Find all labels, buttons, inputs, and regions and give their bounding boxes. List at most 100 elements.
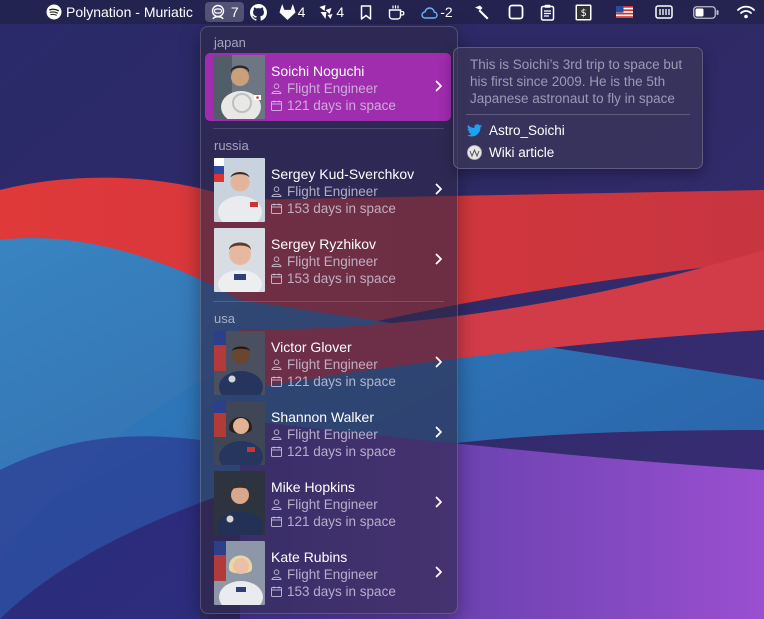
merge-request-count: 4 <box>336 4 345 20</box>
chevron-right-icon <box>435 253 442 265</box>
astronaut-days-text: 153 days in space <box>287 584 396 599</box>
calendar-icon <box>271 516 282 527</box>
astronaut-role: Flight Engineer <box>271 81 378 96</box>
twitter-icon <box>467 124 482 137</box>
astronaut-days: 121 days in space <box>271 98 396 113</box>
person-icon <box>271 499 282 510</box>
weather-icon <box>421 6 438 19</box>
battery-status-item[interactable] <box>679 0 725 24</box>
window-status-item[interactable] <box>496 0 530 24</box>
section-label-russia: russia <box>214 138 249 153</box>
spotify-status-item[interactable]: Polynation - Muriatic <box>0 0 199 24</box>
chevron-right-icon <box>435 356 442 368</box>
calendar-icon <box>271 376 282 387</box>
astronaut-name: Victor Glover <box>271 339 352 355</box>
section-divider <box>213 301 444 302</box>
wikipedia-icon <box>467 145 482 160</box>
astronaut-days-text: 153 days in space <box>287 271 396 286</box>
astronaut-row-sergey-kud-sverchkov[interactable]: Sergey Kud-Sverchkov Flight Engineer 153… <box>205 156 451 224</box>
astronaut-role-text: Flight Engineer <box>287 254 378 269</box>
popover-divider <box>466 114 690 115</box>
chevron-right-icon <box>435 80 442 92</box>
astronaut-days: 121 days in space <box>271 444 396 459</box>
person-icon <box>271 256 282 267</box>
calendar-icon <box>271 273 282 284</box>
astronaut-name: Sergey Ryzhikov <box>271 236 377 252</box>
gitlab-icon <box>279 4 296 20</box>
section-label-japan: japan <box>214 35 246 50</box>
astronaut-days-text: 153 days in space <box>287 201 396 216</box>
astronaut-days: 153 days in space <box>271 201 396 216</box>
github-status-item[interactable] <box>244 0 273 24</box>
astronaut-photo <box>214 471 265 535</box>
astronaut-row-kate-rubins[interactable]: Kate Rubins Flight Engineer 153 days in … <box>205 539 451 607</box>
astronaut-role: Flight Engineer <box>271 567 378 582</box>
astronaut-menu: japan Soichi Noguchi Flight Engineer 121… <box>200 26 458 614</box>
twitter-link[interactable]: Astro_Soichi <box>467 123 565 138</box>
terminal-status-item[interactable]: $ <box>561 0 598 24</box>
wifi-status-item[interactable] <box>725 0 761 24</box>
chevron-right-icon <box>435 183 442 195</box>
astronaut-bio-text: This is Soichi’s 3rd trip to space but h… <box>470 57 683 106</box>
clipboard-status-item[interactable] <box>530 0 561 24</box>
astronaut-count: 7 <box>230 4 239 20</box>
astronaut-row-sergey-ryzhikov[interactable]: Sergey Ryzhikov Flight Engineer 153 days… <box>205 226 451 294</box>
weather-temp: -2 <box>440 4 453 20</box>
wiki-link[interactable]: Wiki article <box>467 145 554 160</box>
astronaut-photo <box>214 401 265 465</box>
astronaut-days: 153 days in space <box>271 271 396 286</box>
astronaut-name: Mike Hopkins <box>271 479 356 495</box>
astronaut-row-soichi-noguchi[interactable]: Soichi Noguchi Flight Engineer 121 days … <box>205 53 451 121</box>
astronaut-role-text: Flight Engineer <box>287 427 378 442</box>
person-icon <box>271 569 282 580</box>
input-source-status-item[interactable] <box>598 0 639 24</box>
calendar-icon <box>271 586 282 597</box>
astronaut-photo <box>214 541 265 605</box>
bookmark-status-item[interactable] <box>350 0 378 24</box>
spotify-icon <box>46 4 62 20</box>
astronaut-role-text: Flight Engineer <box>287 567 378 582</box>
astronaut-icon <box>211 4 225 20</box>
astronaut-days: 121 days in space <box>271 514 396 529</box>
astronaut-role-text: Flight Engineer <box>287 81 378 96</box>
us-flag-icon <box>615 6 633 18</box>
person-icon <box>271 186 282 197</box>
astronaut-role: Flight Engineer <box>271 497 378 512</box>
astronaut-row-mike-hopkins[interactable]: Mike Hopkins Flight Engineer 121 days in… <box>205 469 451 537</box>
github-icon <box>249 3 267 21</box>
hammer-status-item[interactable] <box>459 0 496 24</box>
spotify-track-text: Polynation - Muriatic <box>66 4 193 20</box>
astronaut-row-victor-glover[interactable]: Victor Glover Flight Engineer 121 days i… <box>205 329 451 397</box>
keyboard-icon <box>654 5 673 19</box>
wifi-icon <box>736 5 755 19</box>
astronaut-days-text: 121 days in space <box>287 98 396 113</box>
astronaut-days-text: 121 days in space <box>287 444 396 459</box>
astronaut-role: Flight Engineer <box>271 427 378 442</box>
coffee-status-item[interactable] <box>378 0 411 24</box>
svg-text:$: $ <box>580 8 586 19</box>
astronaut-row-shannon-walker[interactable]: Shannon Walker Flight Engineer 121 days … <box>205 399 451 467</box>
astronaut-photo <box>214 331 265 395</box>
astronaut-role-text: Flight Engineer <box>287 357 378 372</box>
chevron-right-icon <box>435 496 442 508</box>
astronaut-name: Soichi Noguchi <box>271 63 365 79</box>
astronaut-days: 153 days in space <box>271 584 396 599</box>
keyboard-status-item[interactable] <box>639 0 679 24</box>
weather-status-item[interactable]: -2 <box>411 0 458 24</box>
bookmark-icon <box>360 4 372 20</box>
astronaut-role: Flight Engineer <box>271 357 378 372</box>
merge-request-status-item[interactable]: 4 <box>311 0 350 24</box>
merge-request-icon <box>319 5 333 19</box>
gitlab-status-item[interactable]: 4 <box>273 0 312 24</box>
twitter-handle: Astro_Soichi <box>489 123 565 138</box>
chevron-right-icon <box>435 566 442 578</box>
astronaut-status-item[interactable]: 7 <box>204 2 244 22</box>
clipboard-icon <box>540 4 554 21</box>
menu-bar: Polynation - Muriatic 7 4 4 -2 $ <box>0 0 764 24</box>
astronaut-name: Shannon Walker <box>271 409 374 425</box>
gitlab-count: 4 <box>297 4 306 20</box>
calendar-icon <box>271 446 282 457</box>
chevron-right-icon <box>435 426 442 438</box>
astronaut-role: Flight Engineer <box>271 254 378 269</box>
astronaut-role-text: Flight Engineer <box>287 497 378 512</box>
